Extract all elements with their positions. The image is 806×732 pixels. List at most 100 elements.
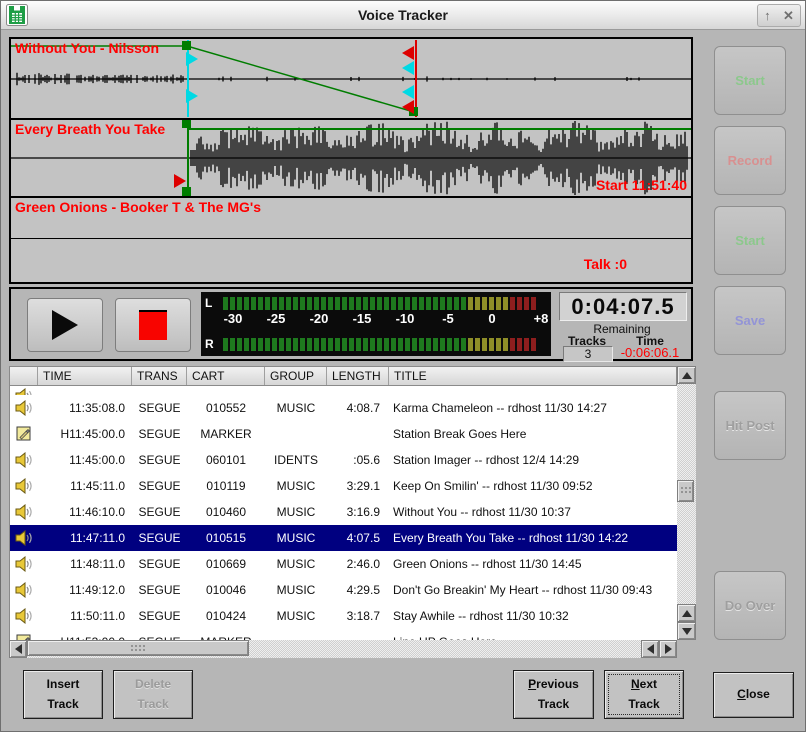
vertical-scrollbar[interactable] <box>677 366 696 640</box>
end-marker-handle-top[interactable] <box>402 46 414 60</box>
column-header-trans[interactable]: TRANS <box>132 367 187 385</box>
row-type-icon <box>10 608 38 624</box>
scroll-up-button[interactable] <box>677 366 696 384</box>
hit-post-button[interactable]: Hit Post <box>714 391 786 460</box>
column-header-group[interactable]: GROUP <box>265 367 327 385</box>
column-header-icon[interactable] <box>10 367 38 385</box>
table-row[interactable]: 11:46:10.0 SEGUE 010460 MUSIC 3:16.9 Wit… <box>10 499 677 525</box>
vertical-scroll-thumb[interactable] <box>677 480 694 502</box>
row-time: 11:46:10.0 <box>38 505 132 519</box>
table-row[interactable]: 11:45:00.0 SEGUE 060101 IDENTS :05.6 Sta… <box>10 447 677 473</box>
table-row[interactable]: 11:49:12.0 SEGUE 010046 MUSIC 4:29.5 Don… <box>10 577 677 603</box>
row-trans: SEGUE <box>132 453 187 467</box>
window-title: Voice Tracker <box>1 7 805 23</box>
row-group: MUSIC <box>265 401 327 415</box>
stop-button[interactable] <box>115 298 191 352</box>
track-1-waveform-area[interactable]: Without You - Nilsson <box>11 39 691 120</box>
row-time: 11:50:11.0 <box>38 609 132 623</box>
title-bar[interactable]: Voice Tracker ↑ ✕ <box>1 1 805 30</box>
row-title: Without You -- rdhost 11/30 10:37 <box>389 505 677 519</box>
segue-marker-handle-bottom[interactable] <box>402 85 414 99</box>
play-button[interactable] <box>27 298 103 352</box>
start-track3-button[interactable]: Start <box>714 206 786 275</box>
scroll-left-button-2[interactable] <box>641 640 659 658</box>
table-row[interactable] <box>10 386 677 395</box>
row-title: Station Break Goes Here <box>389 427 677 441</box>
table-row[interactable]: 11:45:11.0 SEGUE 010119 MUSIC 3:29.1 Kee… <box>10 473 677 499</box>
row-time: H11:45:00.0 <box>38 427 132 441</box>
next-track-button[interactable]: Next Track <box>604 670 684 719</box>
record-button[interactable]: Record <box>714 126 786 195</box>
column-header-title[interactable]: TITLE <box>389 367 676 385</box>
meter-right-segments <box>223 338 536 351</box>
scroll-up-button-2[interactable] <box>677 604 696 622</box>
vu-meter: L -30-25-20-15-10-50+8 R <box>201 292 551 356</box>
column-header-length[interactable]: LENGTH <box>327 367 389 385</box>
row-trans: SEGUE <box>132 479 187 493</box>
track-3-centerline <box>11 238 691 239</box>
end-marker-handle-bottom[interactable] <box>402 100 414 114</box>
track-2-handle-top[interactable] <box>182 120 191 128</box>
track-1-end-marker-line[interactable] <box>415 40 417 117</box>
fade-handle-top[interactable] <box>182 41 191 50</box>
talk-time-label: Talk :0 <box>584 256 627 272</box>
row-group: MUSIC <box>265 609 327 623</box>
track-2-start-pointer[interactable] <box>174 174 186 188</box>
insert-track-button[interactable]: Insert Track <box>23 670 103 719</box>
meter-scale-tick: -5 <box>442 311 454 326</box>
row-trans: SEGUE <box>132 583 187 597</box>
close-button[interactable]: Close <box>713 672 794 718</box>
row-type-icon <box>10 400 38 416</box>
scroll-right-button[interactable] <box>659 640 677 658</box>
scroll-left-button[interactable] <box>9 640 27 658</box>
row-title: Don't Go Breakin' My Heart -- rdhost 11/… <box>389 583 677 597</box>
scroll-down-button[interactable] <box>677 622 696 640</box>
row-time: 11:45:11.0 <box>38 479 132 493</box>
table-row[interactable]: 11:47:11.0 SEGUE 010515 MUSIC 4:07.5 Eve… <box>10 525 677 551</box>
track-2-handle-bottom[interactable] <box>182 187 191 196</box>
previous-track-button[interactable]: Previous Track <box>513 670 594 719</box>
close-window-icon[interactable]: ✕ <box>783 9 794 22</box>
column-header-cart[interactable]: CART <box>187 367 265 385</box>
transport-panel: L -30-25-20-15-10-50+8 R 0:04:07.5 Remai… <box>9 287 693 361</box>
track-2-start-line[interactable] <box>187 121 189 195</box>
meter-right-label: R <box>205 337 223 351</box>
save-button[interactable]: Save <box>714 286 786 355</box>
row-cart: 010552 <box>187 401 265 415</box>
horizontal-scroll-thumb[interactable] <box>27 640 249 656</box>
row-type-icon <box>10 478 38 494</box>
horizontal-scrollbar[interactable] <box>9 640 677 658</box>
delete-track-button[interactable]: Delete Track <box>113 670 193 719</box>
column-header-time[interactable]: TIME <box>38 367 132 385</box>
table-row[interactable]: H11:45:00.0 SEGUE MARKER Station Break G… <box>10 421 677 447</box>
segue-marker-handle-top[interactable] <box>402 61 414 75</box>
row-group: MUSIC <box>265 505 327 519</box>
log-table-header: TIME TRANS CART GROUP LENGTH TITLE <box>9 366 677 386</box>
row-length: 4:07.5 <box>327 531 389 545</box>
track-1-title: Without You - Nilsson <box>15 40 159 56</box>
start-marker-handle-top[interactable] <box>186 52 198 66</box>
speaker-icon <box>15 478 33 494</box>
row-length: :05.6 <box>327 453 389 467</box>
voice-tracker-window: Voice Tracker ↑ ✕ <box>0 0 806 732</box>
row-type-icon <box>10 386 38 395</box>
start-track1-button[interactable]: Start <box>714 46 786 115</box>
table-row[interactable]: H11:53:00.0 SEGUE MARKER Line UP Goes He… <box>10 629 677 640</box>
stop-icon <box>139 310 167 340</box>
vertical-scroll-track[interactable] <box>677 384 696 604</box>
row-type-icon <box>10 530 38 546</box>
do-over-button[interactable]: Do Over <box>714 571 786 640</box>
table-row[interactable]: 11:50:11.0 SEGUE 010424 MUSIC 3:18.7 Sta… <box>10 603 677 629</box>
track-3-waveform-area[interactable]: Green Onions - Booker T & The MG's Talk … <box>11 198 691 278</box>
table-row[interactable]: 11:35:08.0 SEGUE 010552 MUSIC 4:08.7 Kar… <box>10 395 677 421</box>
row-length: 3:18.7 <box>327 609 389 623</box>
meter-scale-tick: 0 <box>488 311 495 326</box>
horizontal-scroll-track[interactable] <box>27 640 641 658</box>
row-title: Karma Chameleon -- rdhost 11/30 14:27 <box>389 401 677 415</box>
speaker-icon <box>15 400 33 416</box>
window-controls: ↑ ✕ <box>757 4 801 27</box>
shade-window-icon[interactable]: ↑ <box>764 9 771 22</box>
start-marker-handle-bottom[interactable] <box>186 89 198 103</box>
table-row[interactable]: 11:48:11.0 SEGUE 010669 MUSIC 2:46.0 Gre… <box>10 551 677 577</box>
track-2-waveform-area[interactable]: Every Breath You Take Start 11:51:40 <box>11 120 691 198</box>
